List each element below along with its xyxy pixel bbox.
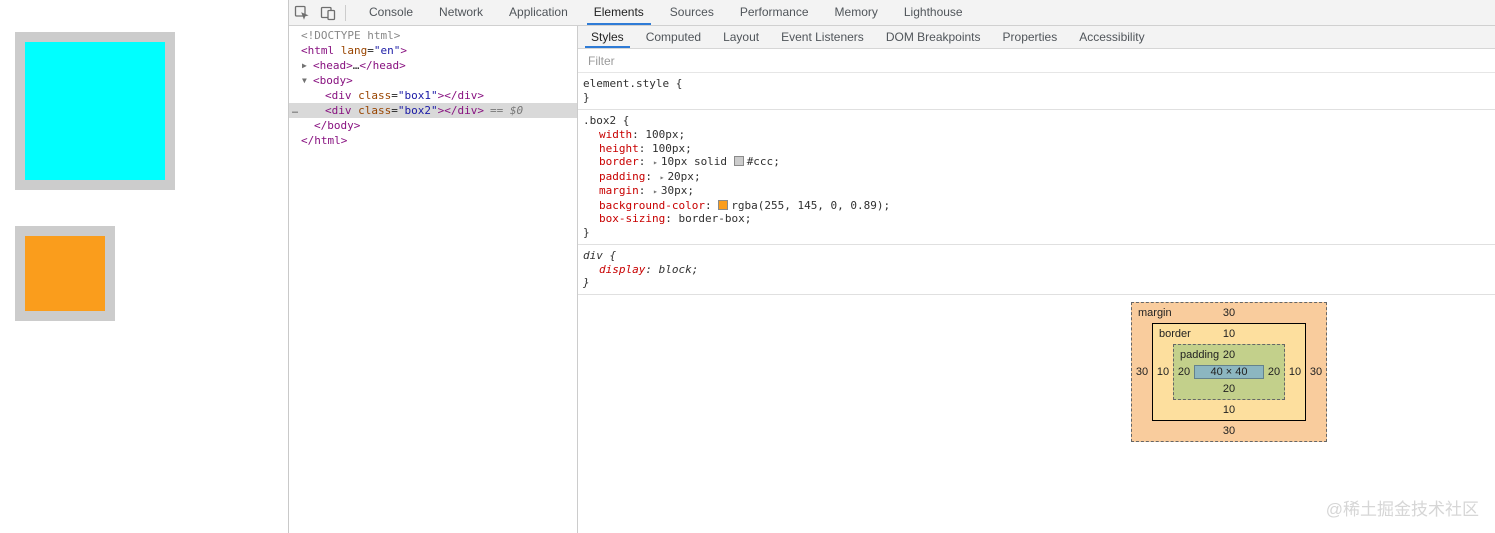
css-rules-list: element.style { } .box2 { width: 100px; … [578, 73, 1495, 295]
dom-node-html-open[interactable]: <html lang="en"> [289, 43, 577, 58]
tab-accessibility[interactable]: Accessibility [1068, 26, 1155, 48]
screenshot-root: Console Network Application Elements Sou… [0, 0, 1495, 533]
box-model-diagram: margin 30 30 border 10 10 padding 20 20 … [1131, 302, 1327, 442]
tab-memory[interactable]: Memory [822, 0, 891, 25]
css-property-padding[interactable]: padding: ▸ 20px; [583, 170, 1495, 185]
tab-console[interactable]: Console [356, 0, 426, 25]
box-model-border[interactable]: border 10 10 padding 20 20 40 × 40 20 20… [1152, 323, 1306, 421]
padding-label: padding [1180, 349, 1220, 361]
dom-node-div-box1[interactable]: <div class="box1"></div> [289, 88, 577, 103]
padding-right-value: 20 [1267, 366, 1281, 378]
inspect-element-button[interactable] [289, 0, 315, 25]
tab-elements[interactable]: Elements [581, 0, 657, 25]
border-top-value: 10 [1222, 328, 1236, 340]
shorthand-expand-icon[interactable]: ▸ [653, 156, 658, 170]
dom-node-doctype[interactable]: <!DOCTYPE html> [289, 28, 577, 43]
tab-styles[interactable]: Styles [580, 26, 635, 48]
box-model-content[interactable]: 40 × 40 [1194, 365, 1264, 379]
css-property-height[interactable]: height: 100px; [583, 142, 1495, 156]
dom-node-html-close[interactable]: </html> [289, 133, 577, 148]
border-label: border [1159, 328, 1191, 340]
css-property-display[interactable]: display: block; [583, 263, 1495, 277]
css-rule-element-style[interactable]: element.style { } [578, 73, 1495, 110]
styles-tab-bar: Styles Computed Layout Event Listeners D… [578, 26, 1495, 49]
border-bottom-value: 10 [1222, 404, 1236, 416]
page-box2 [15, 226, 115, 321]
rule-selector[interactable]: element.style [583, 77, 669, 90]
page-box1 [15, 32, 175, 190]
border-right-value: 10 [1288, 366, 1302, 378]
tab-network[interactable]: Network [426, 0, 496, 25]
tab-computed[interactable]: Computed [635, 26, 712, 48]
css-rule-div-user-agent[interactable]: div { display: block; } [578, 245, 1495, 295]
devtools-tab-bar: Console Network Application Elements Sou… [356, 0, 976, 25]
margin-right-value: 30 [1309, 366, 1323, 378]
margin-top-value: 30 [1222, 307, 1236, 319]
tab-application[interactable]: Application [496, 0, 581, 25]
margin-left-value: 30 [1135, 366, 1149, 378]
css-property-border[interactable]: border: ▸ 10px solid #ccc; [583, 155, 1495, 170]
device-toolbar-icon [320, 6, 336, 20]
padding-top-value: 20 [1222, 349, 1236, 361]
rule-selector[interactable]: .box2 [583, 114, 616, 127]
css-property-box-sizing[interactable]: box-sizing: border-box; [583, 212, 1495, 226]
tab-event-listeners[interactable]: Event Listeners [770, 26, 875, 48]
more-actions-icon[interactable]: … [292, 103, 299, 118]
expand-arrow-icon[interactable]: ▶ [302, 58, 313, 73]
devtools-main-toolbar: Console Network Application Elements Sou… [289, 0, 1495, 26]
styles-filter-bar [578, 49, 1495, 73]
dom-node-body-close[interactable]: </body> [289, 118, 577, 133]
css-property-width[interactable]: width: 100px; [583, 128, 1495, 142]
css-property-background-color[interactable]: background-color: rgba(255, 145, 0, 0.89… [583, 199, 1495, 213]
tab-performance[interactable]: Performance [727, 0, 822, 25]
tab-properties[interactable]: Properties [992, 26, 1069, 48]
dom-node-head[interactable]: ▶ <head>…</head> [289, 58, 577, 73]
margin-bottom-value: 30 [1222, 425, 1236, 437]
margin-label: margin [1138, 307, 1172, 319]
color-swatch-orange[interactable] [718, 199, 729, 210]
padding-bottom-value: 20 [1222, 383, 1236, 395]
toolbar-separator [345, 4, 346, 21]
dom-node-div-box2-selected[interactable]: … <div class="box2"></div> == $0 [289, 103, 577, 118]
inspect-cursor-icon [294, 5, 309, 20]
rule-selector[interactable]: div [583, 249, 603, 262]
padding-left-value: 20 [1177, 366, 1191, 378]
shorthand-expand-icon[interactable]: ▸ [660, 171, 665, 185]
styles-sidebar: Styles Computed Layout Event Listeners D… [577, 26, 1495, 533]
css-property-margin[interactable]: margin: ▸ 30px; [583, 184, 1495, 199]
tab-layout[interactable]: Layout [712, 26, 770, 48]
box-model-padding[interactable]: padding 20 20 40 × 40 20 20 [1173, 344, 1285, 400]
styles-filter-input[interactable] [578, 53, 1495, 68]
border-left-value: 10 [1156, 366, 1170, 378]
tab-sources[interactable]: Sources [657, 0, 727, 25]
juejin-watermark: @稀土掘金技术社区 [1325, 500, 1479, 519]
tab-dom-breakpoints[interactable]: DOM Breakpoints [875, 26, 992, 48]
color-swatch-ccc[interactable] [733, 156, 744, 166]
device-toolbar-button[interactable] [315, 0, 341, 25]
css-rule-box2[interactable]: .box2 { width: 100px; height: 100px; bor… [578, 110, 1495, 245]
box-model-margin[interactable]: margin 30 30 border 10 10 padding 20 20 … [1131, 302, 1327, 442]
dom-node-body-open[interactable]: ▼ <body> [289, 73, 577, 88]
rendered-page [0, 0, 288, 533]
tab-lighthouse[interactable]: Lighthouse [891, 0, 976, 25]
content-size-value: 40 × 40 [1210, 366, 1248, 378]
collapse-arrow-icon[interactable]: ▼ [302, 73, 313, 88]
shorthand-expand-icon[interactable]: ▸ [653, 185, 658, 199]
devtools-body: <!DOCTYPE html> <html lang="en"> ▶ <head>… [289, 26, 1495, 533]
devtools-panel: Console Network Application Elements Sou… [288, 0, 1495, 533]
dom-tree-panel: <!DOCTYPE html> <html lang="en"> ▶ <head>… [289, 26, 577, 533]
selected-node-marker: == $0 [489, 104, 524, 117]
